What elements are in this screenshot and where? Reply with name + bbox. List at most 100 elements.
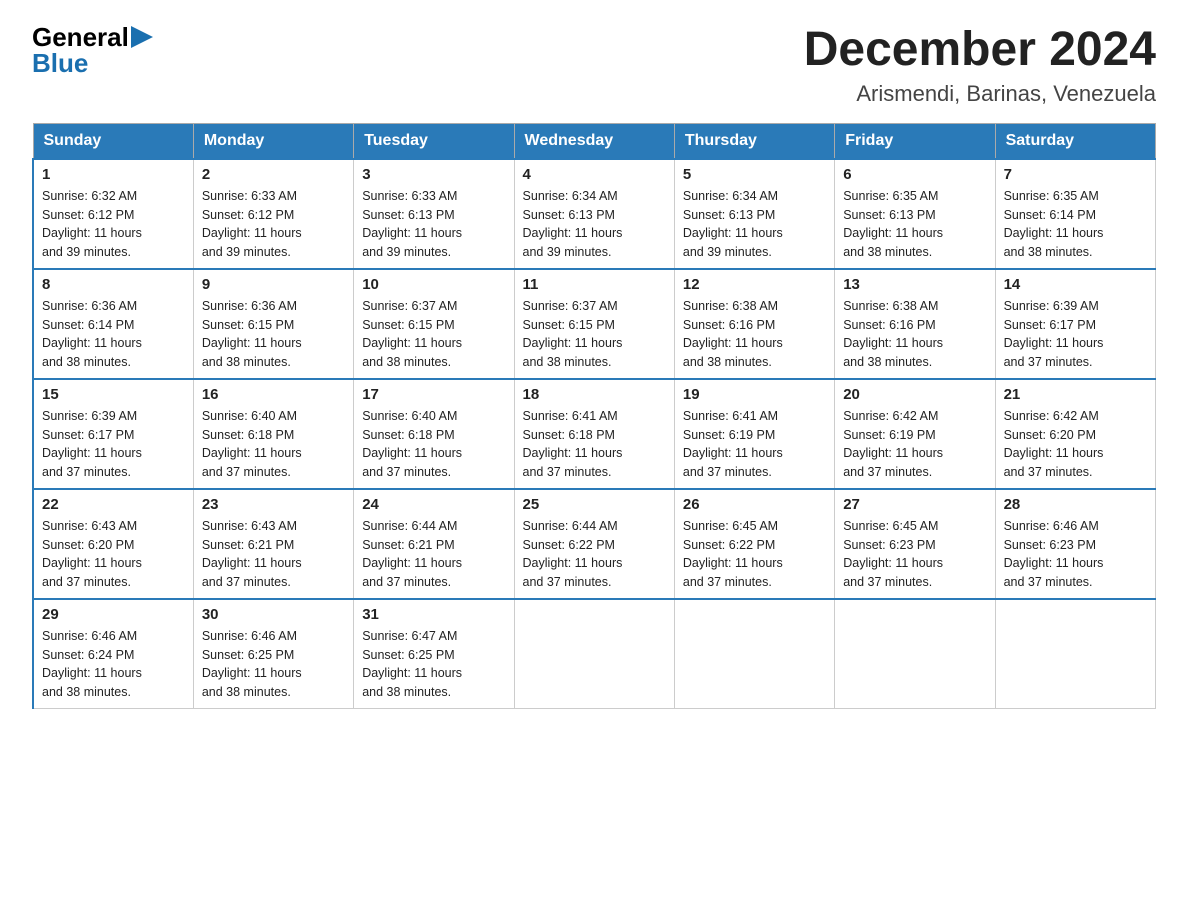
calendar-week-row: 15 Sunrise: 6:39 AMSunset: 6:17 PMDaylig… [33, 379, 1156, 489]
calendar-cell: 25 Sunrise: 6:44 AMSunset: 6:22 PMDaylig… [514, 489, 674, 599]
day-number: 17 [362, 386, 505, 403]
calendar-cell: 4 Sunrise: 6:34 AMSunset: 6:13 PMDayligh… [514, 159, 674, 269]
calendar-cell: 28 Sunrise: 6:46 AMSunset: 6:23 PMDaylig… [995, 489, 1155, 599]
calendar-cell: 31 Sunrise: 6:47 AMSunset: 6:25 PMDaylig… [354, 599, 514, 709]
day-info: Sunrise: 6:47 AMSunset: 6:25 PMDaylight:… [362, 629, 462, 699]
day-info: Sunrise: 6:46 AMSunset: 6:23 PMDaylight:… [1004, 519, 1104, 589]
day-number: 16 [202, 386, 345, 403]
day-number: 11 [523, 276, 666, 293]
day-number: 27 [843, 496, 986, 513]
day-info: Sunrise: 6:38 AMSunset: 6:16 PMDaylight:… [683, 299, 783, 369]
day-number: 14 [1004, 276, 1147, 293]
day-number: 22 [42, 496, 185, 513]
calendar-cell: 6 Sunrise: 6:35 AMSunset: 6:13 PMDayligh… [835, 159, 995, 269]
day-number: 4 [523, 166, 666, 183]
calendar-week-row: 8 Sunrise: 6:36 AMSunset: 6:14 PMDayligh… [33, 269, 1156, 379]
day-info: Sunrise: 6:37 AMSunset: 6:15 PMDaylight:… [523, 299, 623, 369]
calendar-cell: 27 Sunrise: 6:45 AMSunset: 6:23 PMDaylig… [835, 489, 995, 599]
day-info: Sunrise: 6:44 AMSunset: 6:21 PMDaylight:… [362, 519, 462, 589]
calendar-cell [995, 599, 1155, 709]
day-info: Sunrise: 6:43 AMSunset: 6:20 PMDaylight:… [42, 519, 142, 589]
day-info: Sunrise: 6:33 AMSunset: 6:12 PMDaylight:… [202, 189, 302, 259]
calendar-header-monday: Monday [193, 123, 353, 159]
logo-triangle-icon [131, 26, 153, 48]
calendar-header-friday: Friday [835, 123, 995, 159]
day-number: 5 [683, 166, 826, 183]
calendar-cell: 15 Sunrise: 6:39 AMSunset: 6:17 PMDaylig… [33, 379, 193, 489]
day-info: Sunrise: 6:46 AMSunset: 6:25 PMDaylight:… [202, 629, 302, 699]
calendar-cell: 3 Sunrise: 6:33 AMSunset: 6:13 PMDayligh… [354, 159, 514, 269]
calendar-cell: 16 Sunrise: 6:40 AMSunset: 6:18 PMDaylig… [193, 379, 353, 489]
calendar-cell: 9 Sunrise: 6:36 AMSunset: 6:15 PMDayligh… [193, 269, 353, 379]
day-number: 19 [683, 386, 826, 403]
day-info: Sunrise: 6:34 AMSunset: 6:13 PMDaylight:… [683, 189, 783, 259]
calendar-cell: 1 Sunrise: 6:32 AMSunset: 6:12 PMDayligh… [33, 159, 193, 269]
day-number: 29 [42, 606, 185, 623]
calendar-cell: 30 Sunrise: 6:46 AMSunset: 6:25 PMDaylig… [193, 599, 353, 709]
day-info: Sunrise: 6:44 AMSunset: 6:22 PMDaylight:… [523, 519, 623, 589]
day-info: Sunrise: 6:41 AMSunset: 6:18 PMDaylight:… [523, 409, 623, 479]
day-info: Sunrise: 6:39 AMSunset: 6:17 PMDaylight:… [42, 409, 142, 479]
calendar-cell: 22 Sunrise: 6:43 AMSunset: 6:20 PMDaylig… [33, 489, 193, 599]
day-info: Sunrise: 6:38 AMSunset: 6:16 PMDaylight:… [843, 299, 943, 369]
day-number: 1 [42, 166, 185, 183]
day-number: 12 [683, 276, 826, 293]
calendar-header-row: SundayMondayTuesdayWednesdayThursdayFrid… [33, 123, 1156, 159]
day-number: 3 [362, 166, 505, 183]
calendar-cell: 19 Sunrise: 6:41 AMSunset: 6:19 PMDaylig… [674, 379, 834, 489]
calendar-cell: 26 Sunrise: 6:45 AMSunset: 6:22 PMDaylig… [674, 489, 834, 599]
calendar-cell: 24 Sunrise: 6:44 AMSunset: 6:21 PMDaylig… [354, 489, 514, 599]
calendar-cell [674, 599, 834, 709]
day-info: Sunrise: 6:40 AMSunset: 6:18 PMDaylight:… [362, 409, 462, 479]
day-number: 24 [362, 496, 505, 513]
calendar-cell: 21 Sunrise: 6:42 AMSunset: 6:20 PMDaylig… [995, 379, 1155, 489]
day-info: Sunrise: 6:40 AMSunset: 6:18 PMDaylight:… [202, 409, 302, 479]
day-info: Sunrise: 6:32 AMSunset: 6:12 PMDaylight:… [42, 189, 142, 259]
day-info: Sunrise: 6:35 AMSunset: 6:14 PMDaylight:… [1004, 189, 1104, 259]
calendar-cell: 10 Sunrise: 6:37 AMSunset: 6:15 PMDaylig… [354, 269, 514, 379]
calendar-week-row: 22 Sunrise: 6:43 AMSunset: 6:20 PMDaylig… [33, 489, 1156, 599]
calendar-cell: 12 Sunrise: 6:38 AMSunset: 6:16 PMDaylig… [674, 269, 834, 379]
day-number: 23 [202, 496, 345, 513]
calendar-week-row: 1 Sunrise: 6:32 AMSunset: 6:12 PMDayligh… [33, 159, 1156, 269]
day-info: Sunrise: 6:45 AMSunset: 6:23 PMDaylight:… [843, 519, 943, 589]
calendar-cell: 29 Sunrise: 6:46 AMSunset: 6:24 PMDaylig… [33, 599, 193, 709]
day-info: Sunrise: 6:45 AMSunset: 6:22 PMDaylight:… [683, 519, 783, 589]
day-info: Sunrise: 6:41 AMSunset: 6:19 PMDaylight:… [683, 409, 783, 479]
day-info: Sunrise: 6:35 AMSunset: 6:13 PMDaylight:… [843, 189, 943, 259]
calendar-header-saturday: Saturday [995, 123, 1155, 159]
calendar-header-sunday: Sunday [33, 123, 193, 159]
calendar-cell: 18 Sunrise: 6:41 AMSunset: 6:18 PMDaylig… [514, 379, 674, 489]
day-number: 8 [42, 276, 185, 293]
calendar-cell: 11 Sunrise: 6:37 AMSunset: 6:15 PMDaylig… [514, 269, 674, 379]
calendar-cell: 13 Sunrise: 6:38 AMSunset: 6:16 PMDaylig… [835, 269, 995, 379]
day-number: 31 [362, 606, 505, 623]
calendar-cell: 7 Sunrise: 6:35 AMSunset: 6:14 PMDayligh… [995, 159, 1155, 269]
day-number: 6 [843, 166, 986, 183]
logo-blue-text: Blue [32, 50, 88, 76]
day-info: Sunrise: 6:42 AMSunset: 6:20 PMDaylight:… [1004, 409, 1104, 479]
day-number: 10 [362, 276, 505, 293]
day-number: 26 [683, 496, 826, 513]
day-info: Sunrise: 6:46 AMSunset: 6:24 PMDaylight:… [42, 629, 142, 699]
day-number: 30 [202, 606, 345, 623]
calendar-cell: 20 Sunrise: 6:42 AMSunset: 6:19 PMDaylig… [835, 379, 995, 489]
logo-general-text: General [32, 24, 129, 50]
day-info: Sunrise: 6:43 AMSunset: 6:21 PMDaylight:… [202, 519, 302, 589]
logo: General Blue [32, 24, 153, 76]
day-info: Sunrise: 6:39 AMSunset: 6:17 PMDaylight:… [1004, 299, 1104, 369]
day-info: Sunrise: 6:37 AMSunset: 6:15 PMDaylight:… [362, 299, 462, 369]
day-number: 28 [1004, 496, 1147, 513]
calendar-cell [514, 599, 674, 709]
page-title: December 2024 [804, 24, 1156, 77]
day-number: 25 [523, 496, 666, 513]
day-info: Sunrise: 6:33 AMSunset: 6:13 PMDaylight:… [362, 189, 462, 259]
calendar-header-thursday: Thursday [674, 123, 834, 159]
calendar-header-wednesday: Wednesday [514, 123, 674, 159]
calendar-cell: 23 Sunrise: 6:43 AMSunset: 6:21 PMDaylig… [193, 489, 353, 599]
page-subtitle: Arismendi, Barinas, Venezuela [804, 81, 1156, 107]
page-header: General Blue December 2024 Arismendi, Ba… [32, 24, 1156, 107]
day-number: 18 [523, 386, 666, 403]
day-number: 21 [1004, 386, 1147, 403]
day-info: Sunrise: 6:42 AMSunset: 6:19 PMDaylight:… [843, 409, 943, 479]
